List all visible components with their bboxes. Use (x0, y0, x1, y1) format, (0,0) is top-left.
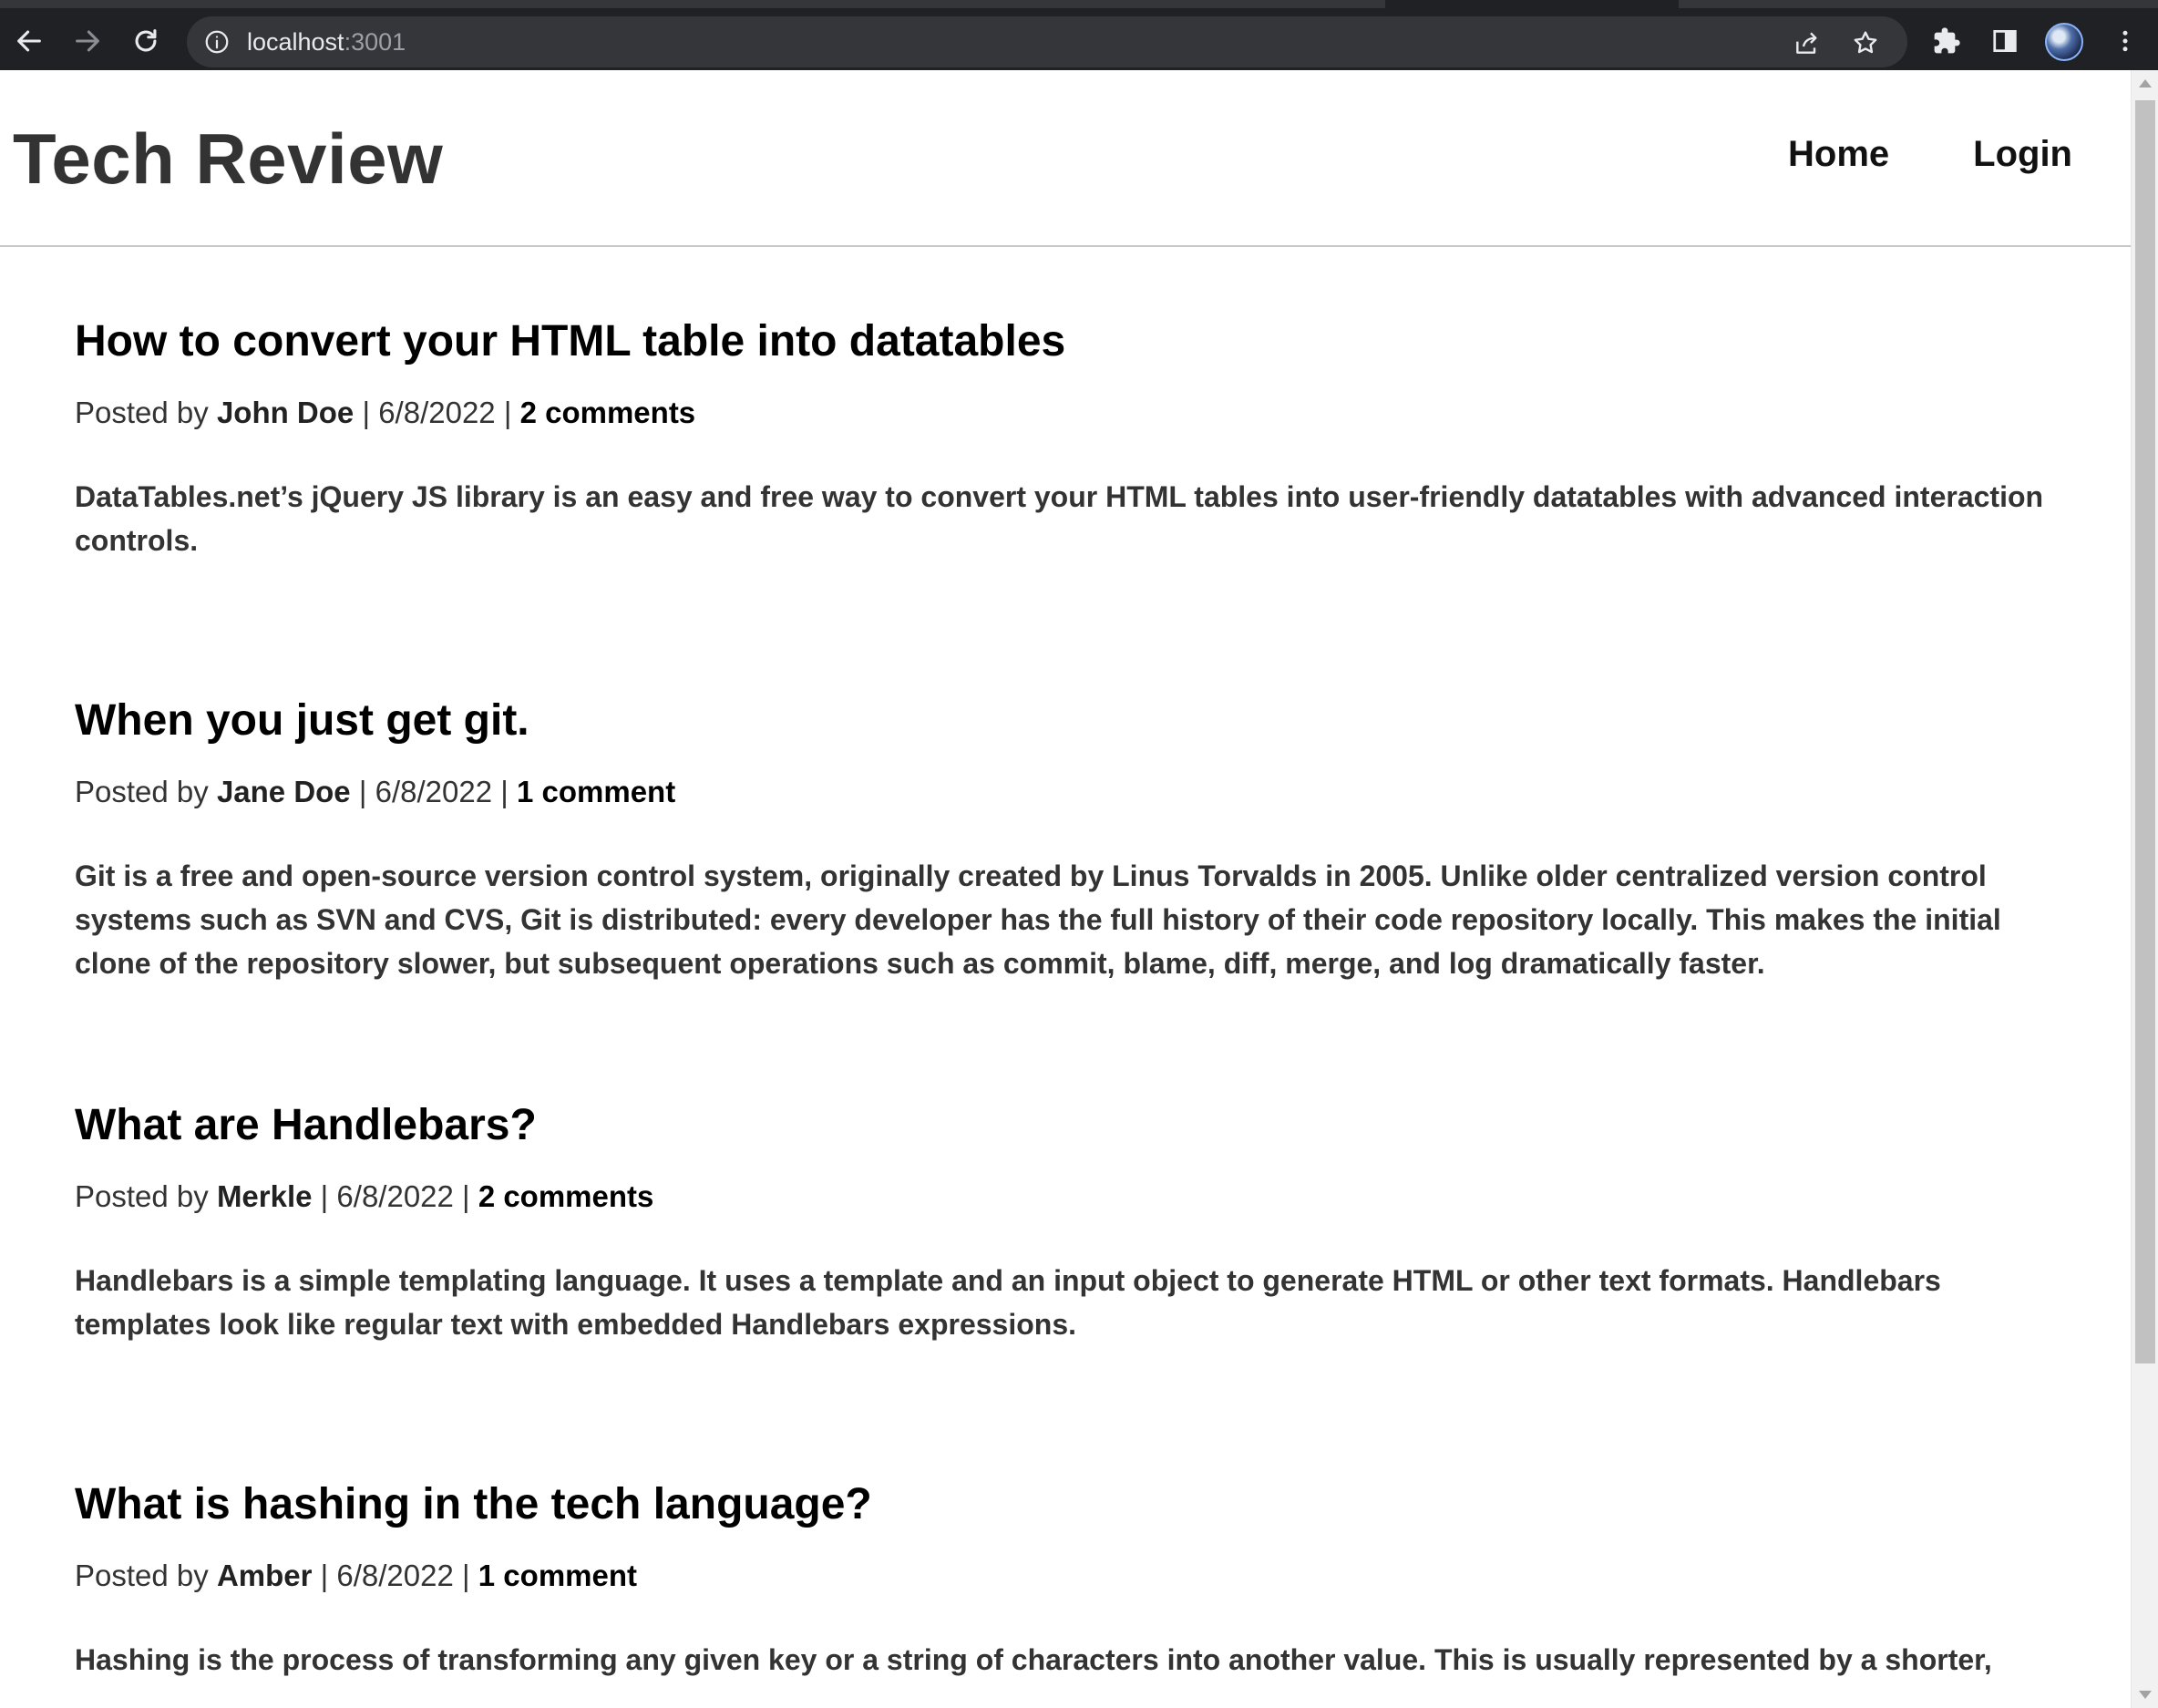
meta-separator: | (453, 1559, 478, 1592)
star-icon[interactable] (1851, 28, 1880, 57)
info-icon[interactable] (203, 28, 231, 56)
meta-separator: | (495, 396, 520, 429)
post-item: What are Handlebars? Posted by Merkle | … (75, 1100, 2056, 1346)
posted-by-label: Posted by (75, 775, 209, 808)
url-port: :3001 (344, 28, 406, 56)
post-title[interactable]: What is hashing in the tech language? (75, 1479, 2056, 1530)
posted-by-label: Posted by (75, 396, 209, 429)
meta-separator: | (312, 1179, 337, 1213)
post-date: 6/8/2022 (378, 396, 496, 429)
share-icon[interactable] (1793, 28, 1822, 57)
page-scrollbar[interactable] (2131, 70, 2158, 1708)
nav-login-link[interactable]: Login (1973, 134, 2072, 175)
post-title[interactable]: When you just get git. (75, 695, 2056, 746)
post-date: 6/8/2022 (375, 775, 493, 808)
post-author: Merkle (216, 1179, 313, 1213)
post-body: Handlebars is a simple templating langua… (75, 1264, 1941, 1341)
post-body: DataTables.net’s jQuery JS library is an… (75, 480, 2044, 557)
nav-home-link[interactable]: Home (1788, 134, 1889, 175)
comments-link[interactable]: 1 comment (478, 1559, 637, 1592)
site-nav: Home Login (1788, 134, 2072, 175)
arrow-left-icon (17, 30, 41, 52)
post-meta: Posted by Merkle | 6/8/2022 | 2 comments (75, 1178, 2056, 1215)
browser-menu-button[interactable] (2109, 25, 2142, 57)
forward-button[interactable] (67, 21, 108, 61)
post-author: Amber (216, 1559, 313, 1592)
comments-link[interactable]: 2 comments (520, 396, 696, 429)
reload-button[interactable] (126, 21, 166, 61)
post-body: Hashing is the process of transforming a… (75, 1643, 1992, 1676)
post-title[interactable]: How to convert your HTML table into data… (75, 316, 2056, 367)
extensions-button[interactable] (1930, 25, 1963, 57)
url-host: localhost (247, 28, 344, 56)
posted-by-label: Posted by (75, 1179, 209, 1213)
post-author: John Doe (216, 396, 355, 429)
avatar[interactable] (2045, 23, 2083, 61)
scroll-down-icon[interactable] (2139, 1691, 2152, 1699)
post-title[interactable]: What are Handlebars? (75, 1100, 2056, 1151)
page-viewport: Tech Review Home Login How to convert yo… (0, 70, 2131, 1708)
side-panel-button[interactable] (1988, 25, 2021, 57)
puzzle-icon (1934, 27, 1960, 54)
post-date: 6/8/2022 (336, 1179, 454, 1213)
back-button[interactable] (9, 21, 49, 61)
post-body: Git is a free and open-source version co… (75, 859, 2001, 980)
post-item: When you just get git. Posted by Jane Do… (75, 695, 2056, 985)
meta-separator: | (312, 1559, 337, 1592)
post-meta: Posted by Jane Doe | 6/8/2022 | 1 commen… (75, 774, 2056, 810)
comments-link[interactable]: 2 comments (478, 1179, 654, 1213)
post-item: How to convert your HTML table into data… (75, 316, 2056, 562)
post-author: Jane Doe (216, 775, 351, 808)
kebab-menu-icon (2122, 30, 2128, 52)
post-date: 6/8/2022 (336, 1559, 454, 1592)
meta-separator: | (453, 1179, 478, 1213)
scroll-up-icon[interactable] (2139, 79, 2152, 87)
meta-separator: | (354, 396, 379, 429)
browser-toolbar: localhost:3001 (0, 0, 2158, 70)
scrollbar-thumb[interactable] (2135, 100, 2155, 1363)
meta-separator: | (492, 775, 517, 808)
posted-by-label: Posted by (75, 1559, 209, 1592)
site-title[interactable]: Tech Review (13, 118, 443, 201)
comments-link[interactable]: 1 comment (517, 775, 675, 808)
post-list: How to convert your HTML table into data… (0, 316, 2131, 1682)
active-tab-edge (1385, 0, 1679, 8)
post-meta: Posted by Amber | 6/8/2022 | 1 comment (75, 1558, 2056, 1594)
reload-icon (135, 29, 157, 52)
arrow-right-icon (76, 30, 99, 52)
url-text[interactable]: localhost:3001 (247, 28, 406, 56)
side-panel-icon (1993, 30, 2017, 52)
post-item: What is hashing in the tech language? Po… (75, 1479, 2056, 1682)
meta-separator: | (350, 775, 375, 808)
site-header: Tech Review Home Login (0, 70, 2131, 247)
post-meta: Posted by John Doe | 6/8/2022 | 2 commen… (75, 395, 2056, 431)
address-bar[interactable]: localhost:3001 (187, 16, 1907, 67)
